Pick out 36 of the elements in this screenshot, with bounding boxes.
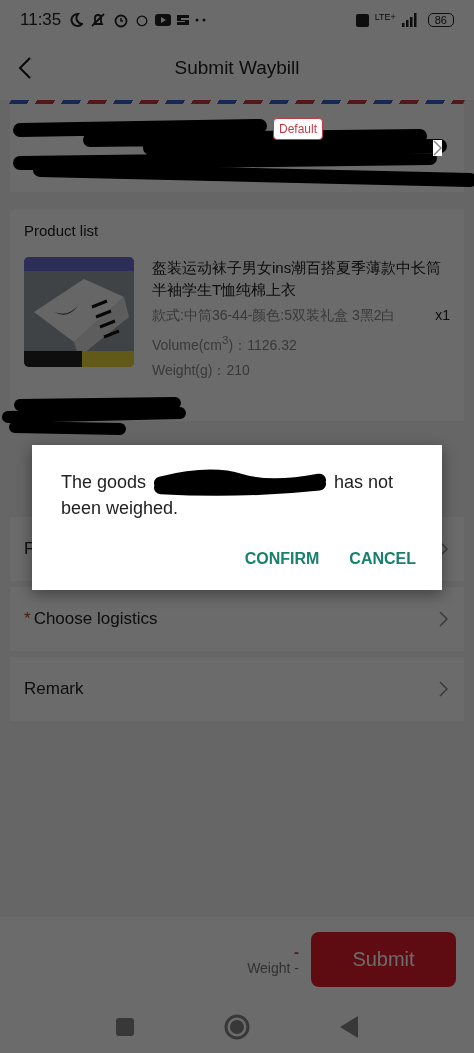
alarm-icon xyxy=(135,13,150,27)
chevron-right-icon xyxy=(439,540,448,557)
product-name: 盔装运动袜子男女ins潮百搭夏季薄款中长筒半袖学生T恤纯棉上衣 xyxy=(152,258,443,300)
moon-icon xyxy=(69,12,84,28)
play-icon xyxy=(155,14,172,26)
more-icon xyxy=(195,18,208,22)
alarm-icon xyxy=(113,12,130,28)
dialog-button[interactable]: CONFIRM xyxy=(236,544,328,574)
status-time: 11:35 xyxy=(20,10,62,30)
quantity-label: x1 xyxy=(435,306,450,325)
network-label: LTE+ xyxy=(374,12,396,22)
muted-bell-icon xyxy=(89,12,108,28)
recents-icon[interactable] xyxy=(116,1018,134,1036)
default-badge: Default xyxy=(273,118,324,140)
volte-icon xyxy=(355,13,369,27)
app-icon xyxy=(177,14,190,26)
battery-indicator: 86 xyxy=(427,13,454,27)
form-row[interactable]: * Choose logistics xyxy=(10,586,464,651)
signal-icon xyxy=(401,13,418,27)
required-mark: * xyxy=(24,608,31,629)
home-icon[interactable] xyxy=(224,1014,250,1040)
page-title: Submit Waybill xyxy=(174,57,300,79)
chevron-right-icon xyxy=(433,140,442,156)
section-title: Product list xyxy=(24,222,100,239)
dialog-message: The goods has not been weighed. xyxy=(61,469,395,520)
submit-button[interactable]: Submit xyxy=(311,931,456,987)
form-row[interactable]: Remark xyxy=(10,656,464,721)
weight-total: Weight - xyxy=(247,959,299,976)
amount-label: - xyxy=(294,942,299,960)
dialog-button[interactable]: CANCEL xyxy=(341,544,424,574)
form-label: Choose logistics xyxy=(33,608,158,629)
chevron-right-icon xyxy=(439,680,448,697)
form-label: Remark xyxy=(24,678,84,699)
chevron-right-icon xyxy=(439,610,448,627)
back-icon[interactable] xyxy=(18,56,32,80)
back-icon[interactable] xyxy=(340,1016,358,1038)
